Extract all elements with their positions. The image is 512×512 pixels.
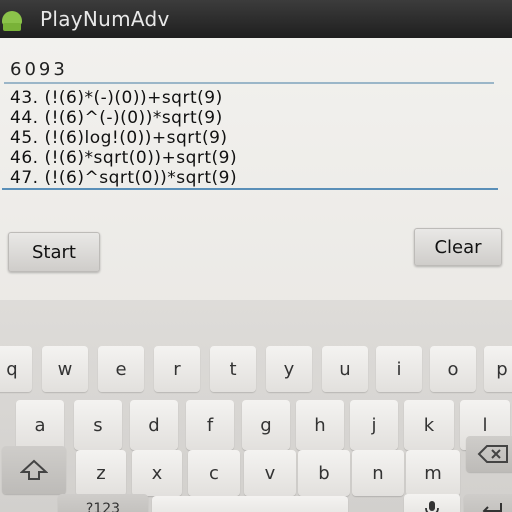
- key-e[interactable]: e: [98, 346, 144, 392]
- key-m[interactable]: m: [406, 450, 460, 496]
- key-y[interactable]: y: [266, 346, 312, 392]
- backspace-key[interactable]: [466, 436, 512, 472]
- key-x[interactable]: x: [132, 450, 182, 496]
- enter-key[interactable]: [464, 494, 512, 512]
- key-h[interactable]: h: [296, 400, 344, 450]
- key-k[interactable]: k: [404, 400, 454, 450]
- shift-key[interactable]: [2, 446, 66, 494]
- key-z[interactable]: z: [76, 450, 126, 496]
- key-b[interactable]: b: [298, 450, 350, 496]
- result-line: 47. (!(6)^sqrt(0))*sqrt(9): [10, 168, 238, 188]
- android-app-icon: [0, 5, 26, 33]
- results-list[interactable]: 43. (!(6)*(-)(0))+sqrt(9) 44. (!(6)^(-)(…: [2, 88, 498, 190]
- key-c[interactable]: c: [188, 450, 240, 496]
- result-line: 46. (!(6)*sqrt(0))+sqrt(9): [10, 148, 238, 168]
- backspace-icon: [477, 445, 508, 463]
- app-window: PlayNumAdv 43. (!(6)*(-)(0))+sqrt(9) 44.…: [0, 0, 512, 512]
- result-line: 45. (!(6)log!(0))+sqrt(9): [10, 128, 228, 148]
- start-button[interactable]: Start: [8, 232, 100, 272]
- key-g[interactable]: g: [242, 400, 290, 450]
- key-a[interactable]: a: [16, 400, 64, 450]
- key-f[interactable]: f: [186, 400, 234, 450]
- app-title: PlayNumAdv: [40, 7, 170, 31]
- result-line: 44. (!(6)^(-)(0))*sqrt(9): [10, 108, 223, 128]
- key-n[interactable]: n: [352, 450, 404, 496]
- key-v[interactable]: v: [244, 450, 296, 496]
- shift-icon: [20, 459, 48, 480]
- mic-key[interactable]: [404, 494, 460, 512]
- space-key[interactable]: [152, 496, 348, 512]
- key-o[interactable]: o: [430, 346, 476, 392]
- soft-keyboard: q w e r t y u i o p a s d f g h j k l z …: [0, 300, 512, 512]
- key-q[interactable]: q: [0, 346, 32, 392]
- key-t[interactable]: t: [210, 346, 256, 392]
- number-input[interactable]: [4, 56, 494, 84]
- symbols-key[interactable]: ?123: [58, 494, 148, 512]
- key-i[interactable]: i: [376, 346, 422, 392]
- title-bar: PlayNumAdv: [0, 0, 512, 38]
- key-r[interactable]: r: [154, 346, 200, 392]
- key-w[interactable]: w: [42, 346, 88, 392]
- key-j[interactable]: j: [350, 400, 398, 450]
- mic-icon: [425, 501, 439, 512]
- key-u[interactable]: u: [322, 346, 368, 392]
- clear-button[interactable]: Clear: [414, 228, 502, 266]
- key-d[interactable]: d: [130, 400, 178, 450]
- key-p[interactable]: p: [484, 346, 512, 392]
- result-line: 43. (!(6)*(-)(0))+sqrt(9): [10, 88, 223, 108]
- enter-icon: [482, 503, 502, 512]
- key-s[interactable]: s: [74, 400, 122, 450]
